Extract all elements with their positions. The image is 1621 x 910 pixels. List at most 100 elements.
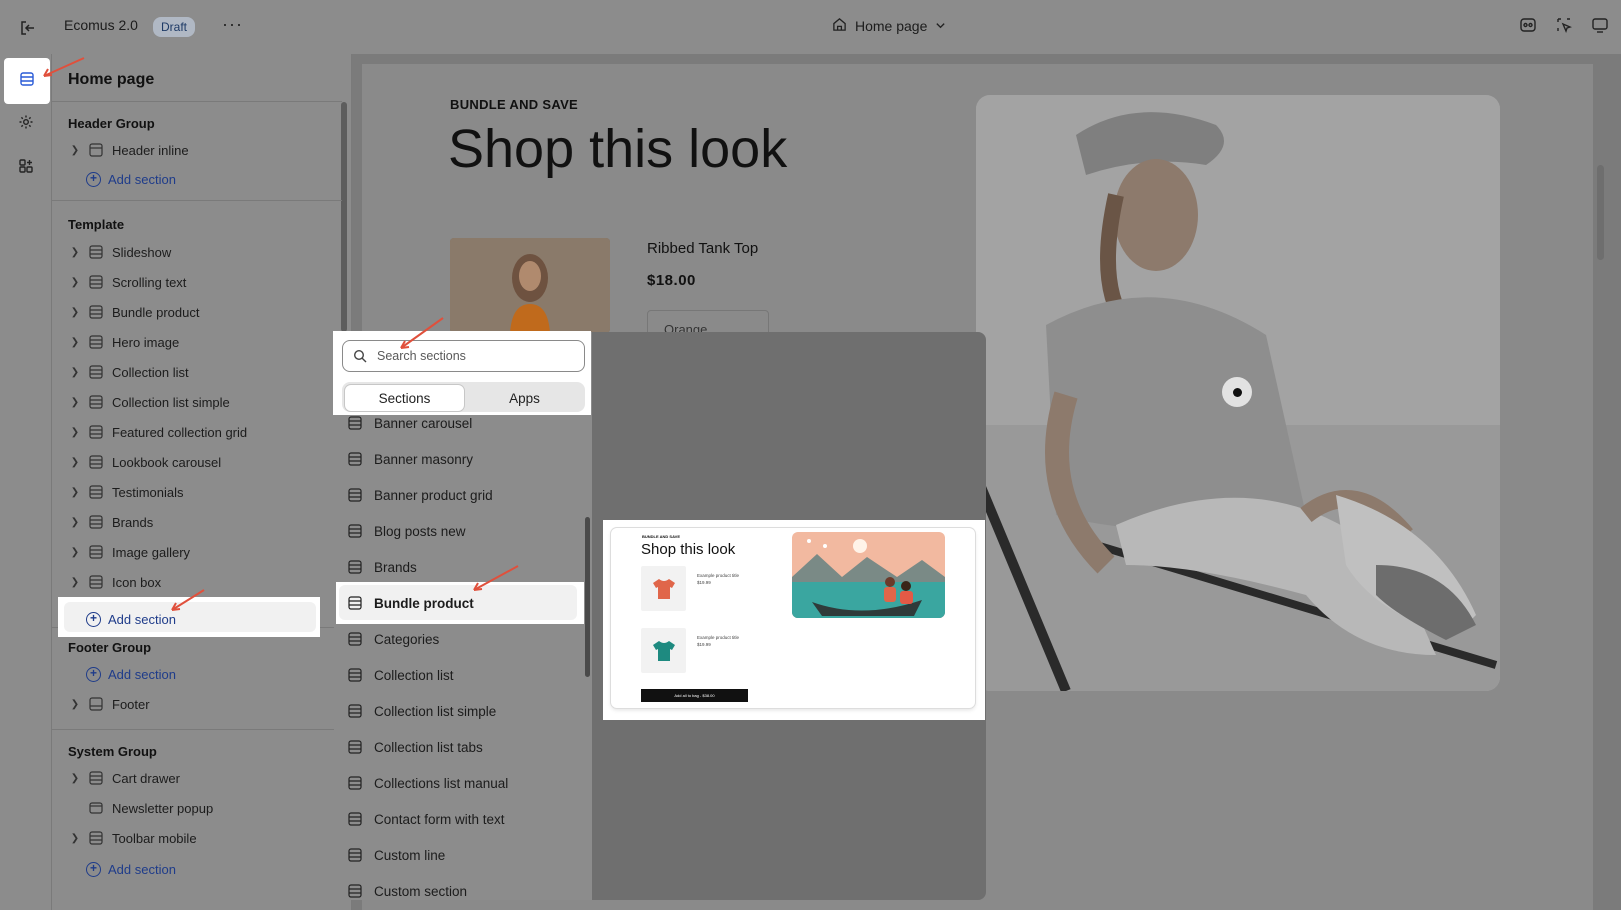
chevron-right-icon[interactable]: ❯ [68, 367, 82, 378]
chevron-right-icon[interactable]: ❯ [68, 397, 82, 408]
sidebar-item-label: Testimonials [112, 484, 184, 500]
sidebar-item-template[interactable]: ❯ Hero image [68, 329, 338, 355]
chevron-right-icon[interactable]: ❯ [68, 577, 82, 588]
plus-circle-icon: + [86, 861, 101, 877]
chevron-right-icon[interactable]: ❯ [68, 457, 82, 468]
chevron-right-icon[interactable]: ❯ [68, 337, 82, 348]
preview-card-product-title: Example product title [697, 573, 740, 578]
sidebar-item-template[interactable]: ❯ Brands [68, 509, 338, 535]
sidebar-item-template[interactable]: ❯ Collection list [68, 359, 338, 385]
apps-rail-button[interactable] [6, 148, 46, 188]
add-section-button[interactable]: + Add section [86, 661, 176, 687]
picker-item[interactable]: Blog posts new [347, 516, 577, 546]
select-element-icon[interactable] [1553, 14, 1575, 36]
chevron-right-icon[interactable]: ❯ [68, 277, 82, 288]
chevron-right-icon[interactable]: ❯ [68, 517, 82, 528]
chevron-right-icon[interactable]: ❯ [68, 145, 82, 156]
sidebar-item-template[interactable]: ❯ Testimonials [68, 479, 338, 505]
more-actions-button[interactable]: ··· [222, 14, 243, 35]
preview-card-title: Shop this look [641, 541, 736, 558]
canvas-scrollbar[interactable] [1597, 165, 1604, 260]
picker-item[interactable]: Categories [347, 624, 577, 654]
sidebar-item-template[interactable]: ❯ Lookbook carousel [68, 449, 338, 475]
top-bar: Ecomus 2.0 Draft ··· Home page [0, 0, 1621, 54]
page-selector[interactable]: Home page [832, 17, 946, 35]
template-add-section-button[interactable]: + Add section [86, 606, 176, 632]
device-preview-icon[interactable] [1589, 14, 1611, 36]
sidebar-item-footer[interactable]: ❯ Footer [68, 691, 338, 717]
section-icon [347, 847, 363, 863]
sidebar-item-header-inline[interactable]: ❯ Header inline [68, 137, 338, 163]
picker-item-label: Blog posts new [374, 523, 466, 539]
chevron-right-icon[interactable]: ❯ [68, 699, 82, 710]
annotation-arrow [473, 565, 519, 591]
section-icon [88, 484, 104, 500]
sidebar-item-template[interactable]: ❯ Bundle product [68, 299, 338, 325]
sidebar-item-cart-drawer[interactable]: ❯ Cart drawer [68, 765, 338, 791]
chevron-right-icon[interactable]: ❯ [68, 487, 82, 498]
sidebar-item-label: Newsletter popup [112, 800, 214, 816]
picker-item[interactable]: Banner product grid [347, 480, 577, 510]
section-icon [88, 142, 104, 158]
sidebar-item-template[interactable]: ❯ Collection list simple [68, 389, 338, 415]
add-section-button[interactable]: + Add section [86, 166, 176, 192]
add-section-label: Add section [108, 861, 176, 877]
chevron-right-icon[interactable]: ❯ [68, 833, 82, 844]
picker-item[interactable]: Collection list simple [347, 696, 577, 726]
preview-eyebrow: BUNDLE AND SAVE [450, 97, 579, 112]
sections-icon [19, 71, 35, 92]
picker-item-label: Banner masonry [374, 451, 474, 467]
picker-scrollbar[interactable] [585, 517, 590, 677]
picker-item[interactable]: Custom section [347, 876, 577, 906]
sidebar-item-template[interactable]: ❯ Slideshow [68, 239, 338, 265]
picker-item[interactable]: Collection list tabs [347, 732, 577, 762]
section-icon [347, 883, 363, 899]
picker-item-label: Categories [374, 631, 440, 647]
inspector-icon[interactable] [1517, 14, 1539, 36]
gear-icon [18, 114, 34, 135]
picker-item[interactable]: Custom line [347, 840, 577, 870]
section-icon [88, 544, 104, 560]
chevron-right-icon[interactable]: ❯ [68, 427, 82, 438]
settings-rail-button[interactable] [6, 104, 46, 144]
add-section-label: Add section [108, 171, 176, 187]
plus-circle-icon: + [86, 611, 101, 627]
hotspot-dot[interactable] [1222, 377, 1252, 407]
divider [52, 200, 342, 201]
tshirt-red-icon [641, 566, 686, 611]
preview-product-image [450, 238, 610, 333]
sidebar-item-label: Image gallery [112, 544, 191, 560]
sidebar-item-label: Bundle product [112, 304, 200, 320]
plus-circle-icon: + [86, 666, 101, 682]
picker-item[interactable]: Collections list manual [347, 768, 577, 798]
tshirt-teal-icon [641, 628, 686, 673]
section-icon [347, 811, 363, 827]
sidebar-item-template[interactable]: ❯ Scrolling text [68, 269, 338, 295]
picker-item[interactable]: Collection list [347, 660, 577, 690]
add-section-button[interactable]: + Add section [86, 856, 176, 882]
top-bar-tools [1517, 14, 1611, 36]
chevron-right-icon[interactable]: ❯ [68, 773, 82, 784]
sidebar-item-template[interactable]: ❯ Featured collection grid [68, 419, 338, 445]
sidebar-item-label: Lookbook carousel [112, 454, 222, 470]
picker-item-bundle-product-selected[interactable]: Bundle product [347, 588, 577, 618]
sidebar-item-toolbar-mobile[interactable]: ❯ Toolbar mobile [68, 825, 338, 851]
picker-item[interactable]: Brands [347, 552, 577, 582]
tab-apps[interactable]: Apps [465, 385, 584, 411]
sidebar-item-template[interactable]: ❯ Image gallery [68, 539, 338, 565]
section-icon [347, 559, 363, 575]
annotation-arrow [171, 589, 205, 611]
section-icon [88, 424, 104, 440]
search-sections-input[interactable]: Search sections [342, 340, 585, 372]
chevron-right-icon[interactable]: ❯ [68, 247, 82, 258]
sidebar-scrollbar[interactable] [341, 102, 347, 332]
chevron-right-icon[interactable]: ❯ [68, 307, 82, 318]
picker-item[interactable]: Contact form with text [347, 804, 577, 834]
section-icon [347, 775, 363, 791]
chevron-right-icon[interactable]: ❯ [68, 547, 82, 558]
exit-icon[interactable] [16, 16, 40, 40]
sidebar-item-newsletter-popup[interactable]: Newsletter popup [68, 795, 338, 821]
picker-item[interactable]: Banner masonry [347, 444, 577, 474]
picker-item-label: Banner carousel [374, 415, 473, 431]
tab-sections[interactable]: Sections [345, 385, 464, 411]
